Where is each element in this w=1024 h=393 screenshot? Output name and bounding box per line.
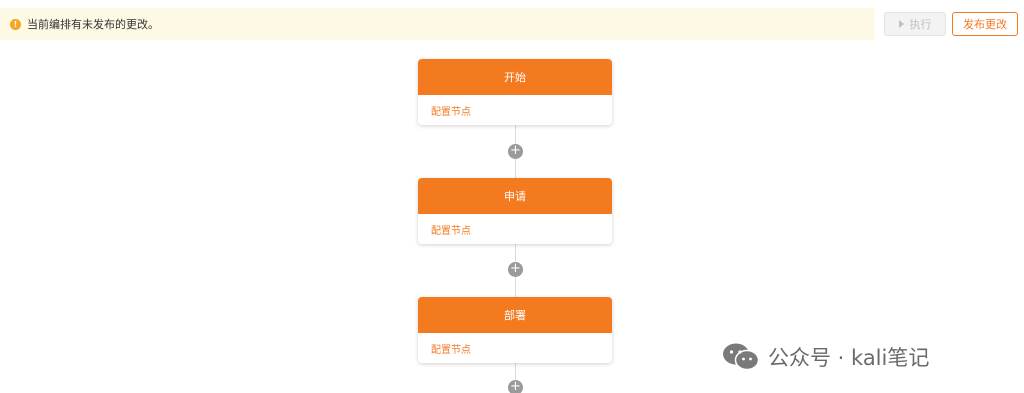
wechat-icon — [723, 343, 760, 371]
add-node-button[interactable]: + — [508, 262, 523, 277]
banner-text: 当前编排有未发布的更改。 — [27, 18, 159, 31]
unpublished-changes-banner: ! 当前编排有未发布的更改。 — [0, 8, 875, 40]
publish-changes-button[interactable]: 发布更改 — [952, 12, 1018, 36]
flow-node-apply[interactable]: 申请 配置节点 — [418, 178, 612, 244]
run-button[interactable]: 执行 — [884, 12, 946, 36]
flow-node-start[interactable]: 开始 配置节点 — [418, 59, 612, 125]
watermark-text: 公众号 · kali笔记 — [768, 346, 930, 370]
add-node-button[interactable]: + — [508, 380, 523, 393]
run-button-label: 执行 — [909, 18, 932, 31]
play-icon — [898, 20, 904, 28]
configure-node-link[interactable]: 配置节点 — [418, 95, 612, 125]
node-title: 申请 — [418, 178, 612, 214]
add-node-button[interactable]: + — [508, 144, 523, 159]
watermark: 公众号 · kali笔记 — [722, 340, 929, 374]
configure-node-link[interactable]: 配置节点 — [418, 214, 612, 244]
configure-node-link[interactable]: 配置节点 — [418, 333, 612, 363]
node-title: 部署 — [418, 297, 612, 333]
node-title: 开始 — [418, 59, 612, 95]
flow-node-deploy[interactable]: 部署 配置节点 — [418, 297, 612, 363]
warning-icon: ! — [10, 18, 21, 30]
